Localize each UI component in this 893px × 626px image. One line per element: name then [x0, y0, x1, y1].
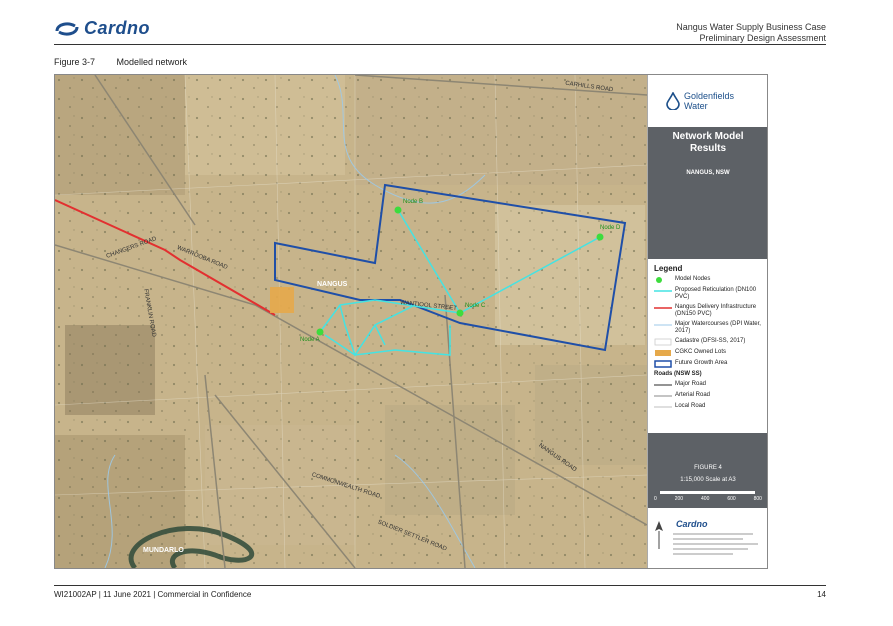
panel-footer: Cardno [648, 513, 767, 568]
panel-title-line1: Network Model [672, 131, 744, 142]
panel-cardno-logo: Cardno [676, 519, 708, 529]
legend-label: CGKC Owned Lots [675, 349, 727, 355]
map-canvas: NANGUS MUNDARLO CARHILLS ROAD WARROOBA R… [55, 75, 648, 568]
legend-item: Nangus Delivery Infrastructure (DN150 PV… [654, 304, 762, 318]
doc-title: Nangus Water Supply Business Case [676, 22, 826, 32]
node-a-marker [316, 328, 324, 336]
figure-label: FIGURE 4 [694, 465, 722, 471]
document-title-block: Nangus Water Supply Business Case Prelim… [676, 22, 826, 44]
legend-label: Cadastre (DFSI-SS, 2017) [675, 338, 746, 344]
page-number: 14 [817, 590, 826, 599]
water-drop-icon [666, 92, 680, 110]
node-d-label: Node D [600, 225, 621, 231]
reticulation-line-icon [654, 287, 672, 295]
scale-tick: 400 [701, 496, 710, 502]
header-divider [54, 44, 826, 45]
map-sidebar-panel: Goldenfields Water Network Model Results… [647, 75, 767, 568]
scale-tick: 800 [753, 496, 762, 502]
cgkc-lot-icon [654, 349, 672, 357]
scale-tick: 600 [727, 496, 736, 502]
arterial-road-icon [654, 392, 672, 400]
map-figure: NANGUS MUNDARLO CARHILLS ROAD WARROOBA R… [54, 74, 768, 569]
client-logo-line1: Goldenfields [684, 91, 735, 101]
cadastre-box-icon [654, 338, 672, 346]
logo-text: Cardno [84, 18, 150, 38]
scale-bar [660, 491, 755, 494]
major-road-icon [654, 381, 672, 389]
legend-item: Cadastre (DFSI-SS, 2017) [654, 338, 762, 346]
legend-item: Arterial Road [654, 392, 762, 400]
town-label-nangus: NANGUS [317, 281, 348, 288]
scale-text: 1:15,000 Scale at A3 [680, 477, 736, 483]
cardno-swoosh-icon [55, 21, 79, 36]
node-symbol-icon [654, 276, 672, 284]
node-d-marker [596, 233, 604, 241]
legend-item: Model Nodes [654, 276, 762, 284]
node-b-label: Node B [403, 199, 424, 205]
legend-item: Major Watercourses (DPI Water, 2017) [654, 321, 762, 335]
node-a-label: Node A [300, 337, 320, 343]
aerial-map [55, 75, 648, 568]
goldenfields-logo: Goldenfields Water [648, 75, 767, 127]
node-c-marker [456, 309, 464, 317]
fine-print [673, 533, 765, 555]
cardno-logo: Cardno [54, 18, 150, 39]
scale-tick: 200 [674, 496, 684, 502]
node-b-marker [394, 206, 402, 214]
legend: Legend Model Nodes Proposed Reticulation… [648, 259, 767, 420]
watercourse-line-icon [654, 321, 672, 329]
legend-label: Future Growth Area [675, 360, 728, 366]
legend-label: Nangus Delivery Infrastructure (DN150 PV… [675, 304, 757, 317]
legend-item: CGKC Owned Lots [654, 349, 762, 357]
town-label-mundarlo: MUNDARLO [143, 547, 184, 554]
legend-item: Future Growth Area [654, 360, 762, 368]
legend-title: Legend [654, 264, 683, 273]
scale-tick: 0 [654, 496, 657, 502]
legend-label: Major Watercourses (DPI Water, 2017) [675, 321, 761, 334]
node-c-label: Node C [465, 303, 486, 309]
scale-ticks: 0 200 400 600 800 [654, 496, 762, 502]
legend-label: Proposed Reticulation (DN100 PVC) [675, 287, 757, 300]
panel-title-block: Network Model Results NANGUS, NSW [648, 127, 767, 259]
legend-label: Major Road [675, 381, 707, 387]
roads-legend-title: Roads (NSW SS) [654, 371, 702, 377]
figure-caption: Figure 3-7 Modelled network [54, 57, 187, 67]
legend-item: Local Road [654, 403, 762, 411]
panel-subtitle: NANGUS, NSW [686, 170, 730, 176]
legend-label: Model Nodes [675, 276, 711, 282]
figure-title: Modelled network [116, 57, 188, 67]
figure-info-block: FIGURE 4 1:15,000 Scale at A3 0 200 400 … [648, 433, 767, 508]
footer-divider [54, 585, 826, 586]
legend-label: Local Road [675, 403, 706, 409]
figure-number: Figure 3-7 [54, 57, 96, 67]
footer-text: WI21002AP | 11 June 2021 | Commercial in… [54, 590, 252, 599]
client-logo-line2: Water [684, 101, 708, 111]
legend-item: Major Road [654, 381, 762, 389]
delivery-line-icon [654, 304, 672, 312]
local-road-icon [654, 403, 672, 411]
panel-title-line2: Results [689, 143, 727, 154]
growth-area-icon [654, 360, 672, 368]
legend-item: Proposed Reticulation (DN100 PVC) [654, 287, 762, 301]
legend-label: Arterial Road [675, 392, 711, 398]
doc-subtitle: Preliminary Design Assessment [699, 33, 826, 43]
north-arrow-icon [655, 521, 663, 549]
